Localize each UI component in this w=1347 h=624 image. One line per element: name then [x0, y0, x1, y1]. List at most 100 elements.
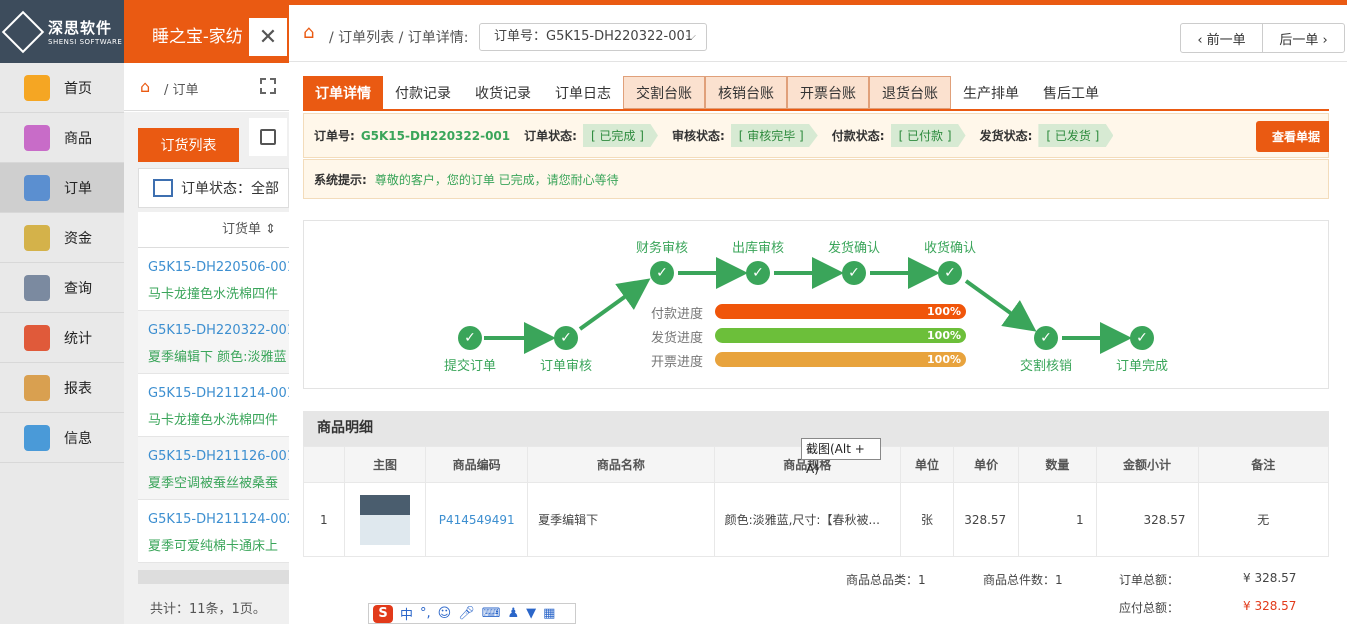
payable-label: 应付总额： — [1119, 601, 1180, 615]
list-item[interactable]: G5K15-DH211214-001 马卡龙撞色水洗棉四件 — [138, 374, 289, 437]
tab-item[interactable]: 生产排单 — [951, 76, 1031, 109]
pay-status-badge: [ 已付款 ] — [890, 124, 966, 147]
sidebar-item[interactable]: 统计 — [0, 313, 124, 363]
sidebar-item[interactable]: 订单 — [0, 163, 124, 213]
column-header-order[interactable]: 订货单 ⇕ — [138, 212, 289, 248]
list-item[interactable]: G5K15-DH211126-001 夏季空调被蚕丝被桑蚕 — [138, 437, 289, 500]
order-total-value: ¥ 328.57 — [1243, 571, 1297, 585]
list-item[interactable]: G5K15-DH220506-001 马卡龙撞色水洗棉四件 — [138, 248, 289, 311]
cell-qty: 1 — [1018, 482, 1097, 557]
check-circle-icon: ✓ — [1130, 326, 1154, 350]
tab-item[interactable]: 核销台账 — [705, 76, 787, 109]
order-code-link[interactable]: G5K15-DH211126-001 — [148, 449, 289, 464]
order-code-link[interactable]: G5K15-DH211124-002 — [148, 512, 289, 527]
tab-item[interactable]: 订单详情 — [303, 76, 383, 109]
progress-bar: 100% — [715, 328, 966, 343]
tab-item[interactable]: 订单日志 — [543, 76, 623, 109]
sidebar-item[interactable]: 商品 — [0, 113, 124, 163]
list-item[interactable]: G5K15-DH211124-002 夏季可爱纯棉卡通床上 — [138, 500, 289, 563]
table-row[interactable]: 1 P414549491 夏季编辑下 颜色:淡雅蓝,尺寸:【春秋被... 张 328.57… — [303, 482, 1329, 557]
close-icon: ✕ — [258, 24, 278, 50]
status-bar: 订单号: G5K15-DH220322-001 订单状态: [ 已完成 ] 审核… — [303, 113, 1329, 158]
tab-item[interactable]: 退货台账 — [869, 76, 951, 109]
list-item[interactable]: G5K15-DH220322-001 夏季编辑下 颜色:淡雅蓝 — [138, 311, 289, 374]
report-icon — [24, 374, 50, 401]
cell-note: 无 — [1197, 482, 1329, 557]
sidebar-item[interactable]: 查询 — [0, 263, 124, 313]
order-list: G5K15-DH220506-001 马卡龙撞色水洗棉四件 G5K15-DH2203… — [138, 248, 289, 563]
app-logo: 深思软件 SHENSI SOFTWARE — [0, 0, 124, 63]
check-circle-icon: ✓ — [842, 261, 866, 285]
column-header: 单位 — [900, 446, 954, 483]
modal-breadcrumb: / 订单列表 / 订单详情: — [329, 30, 469, 46]
flow-step-label: 财务审核 — [635, 241, 689, 256]
cell-spec: 颜色:淡雅蓝,尺寸:【春秋被... — [713, 482, 902, 557]
emoji-icon[interactable]: ☺ — [438, 606, 452, 621]
sidebar-item-label: 首页 — [64, 80, 92, 97]
sidebar-item[interactable]: 首页 — [0, 63, 124, 113]
tab-order-list[interactable]: 订货列表 — [138, 128, 239, 162]
check-circle-icon: ✓ — [650, 261, 674, 285]
tab-item[interactable]: 开票台账 — [787, 76, 869, 109]
keyboard-icon[interactable]: ⌨ — [482, 606, 501, 621]
flow-step-label: 收货确认 — [923, 241, 977, 256]
list-icon — [153, 179, 173, 197]
punctuation-icon[interactable]: °, — [420, 606, 431, 621]
sidebar-item[interactable]: 资金 — [0, 213, 124, 263]
list-footer: 共计：11条，1页。 — [150, 602, 266, 617]
order-select[interactable]: 订单号：G5K15-DH220322-001 ⌵ — [479, 23, 707, 51]
logo-mark-icon — [1, 10, 45, 53]
home-icon[interactable]: ⌂ — [303, 22, 314, 43]
check-circle-icon: ✓ — [1034, 326, 1058, 350]
skin-icon[interactable]: ▼ — [526, 606, 536, 621]
cell-unit: 张 — [900, 482, 954, 557]
column-header: 商品编码 — [425, 446, 529, 483]
order-select-value: 订单号：G5K15-DH220322-001 — [494, 29, 694, 44]
order-code-link[interactable]: G5K15-DH220322-001 — [148, 323, 289, 338]
gift-icon — [24, 124, 50, 151]
order-status-badge: [ 已完成 ] — [582, 124, 658, 147]
flow-step-label: 发货确认 — [827, 241, 881, 256]
close-modal-button[interactable]: ✕ — [249, 18, 287, 56]
sogou-icon[interactable]: S — [373, 604, 393, 623]
ship-status-label: 发货状态: — [979, 129, 1033, 143]
detail-tabs: 订单详情 付款记录 收货记录 订单日志 交割台账 核销台账 开票台账 退货台账 生产排单 售后工单 — [303, 76, 1329, 111]
flow-step-label: 订单审核 — [539, 359, 593, 374]
status-filter[interactable]: 订单状态：全部 — [138, 168, 289, 208]
ime-toolbar[interactable]: S 中 °, ☺ 🎤︎ ⌨ ♟ ▼ ▦ — [368, 603, 576, 624]
next-order-button[interactable]: 后一单 › — [1263, 24, 1344, 52]
horizontal-scrollbar[interactable] — [138, 570, 289, 584]
tab-item[interactable]: 收货记录 — [463, 76, 543, 109]
app-title: 睡之宝-家纺 — [152, 27, 243, 47]
tab-item[interactable]: 付款记录 — [383, 76, 463, 109]
copy-button[interactable] — [249, 118, 287, 156]
breadcrumb-text: / 订单 — [164, 83, 199, 98]
grid-icon[interactable]: ▦ — [543, 606, 555, 621]
order-no-value: G5K15-DH220322-001 — [360, 128, 511, 143]
progress-bar: 100% — [715, 352, 966, 367]
order-desc: 马卡龙撞色水洗棉四件 — [148, 413, 279, 428]
tab-item[interactable]: 售后工单 — [1031, 76, 1111, 109]
order-detail-modal: ⌂ / 订单列表 / 订单详情: 订单号：G5K15-DH220322-001 ⌵… — [289, 0, 1347, 624]
cell-code[interactable]: P414549491 — [425, 482, 529, 557]
mic-icon[interactable]: 🎤︎ — [458, 606, 475, 621]
system-hint: 系统提示: 尊敬的客户，您的订单 已完成，请您耐心等待 — [303, 159, 1329, 199]
total-kinds: 商品总品类：1 — [846, 573, 926, 587]
prev-order-button[interactable]: ‹ 前一单 — [1181, 24, 1263, 52]
payable-value: ¥ 328.57 — [1243, 599, 1297, 613]
hint-message: 尊敬的客户，您的订单 已完成，请您耐心等待 — [374, 172, 619, 187]
order-code-link[interactable]: G5K15-DH220506-001 — [148, 260, 289, 275]
product-thumbnail[interactable] — [360, 494, 410, 545]
sidebar-item[interactable]: 信息 — [0, 413, 124, 463]
ime-mode[interactable]: 中 — [400, 604, 413, 623]
check-circle-icon: ✓ — [554, 326, 578, 350]
flow-step-label: 出库审核 — [731, 241, 785, 256]
view-document-button[interactable]: 查看单据 — [1256, 121, 1329, 152]
user-icon[interactable]: ♟ — [508, 606, 520, 621]
sidebar-item[interactable]: 报表 — [0, 363, 124, 413]
tab-item[interactable]: 交割台账 — [623, 76, 705, 109]
cell-idx: 1 — [303, 482, 345, 557]
order-code-link[interactable]: G5K15-DH211214-001 — [148, 386, 289, 401]
home-icon[interactable]: ⌂ — [140, 77, 150, 96]
fullscreen-icon[interactable] — [260, 78, 276, 94]
